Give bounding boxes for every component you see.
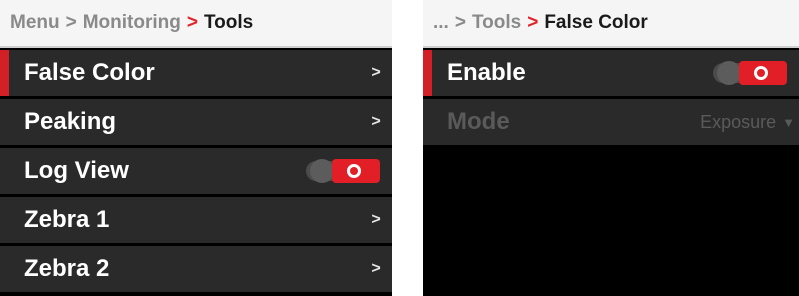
menu-item-label: Zebra 1 — [24, 206, 110, 233]
toggle-knob — [310, 159, 334, 183]
breadcrumb-current: Tools — [203, 12, 254, 33]
toggle-knob — [717, 61, 741, 85]
false-color-screen: ... > Tools > False Color Enable Mode Ex… — [423, 0, 799, 296]
breadcrumb-tools[interactable]: Tools — [472, 12, 521, 34]
breadcrumb-separator-active: > — [186, 12, 198, 33]
enable-toggle[interactable] — [713, 60, 787, 86]
menu-item-label: Mode — [447, 108, 510, 135]
chevron-right-icon: > — [371, 211, 381, 228]
caret-down-icon: ▼ — [782, 114, 795, 130]
chevron-right-icon: > — [371, 260, 381, 277]
menu-item-log-view[interactable]: Log View — [0, 148, 392, 194]
breadcrumb-current: False Color — [544, 12, 648, 33]
breadcrumb-root[interactable]: Menu — [10, 12, 60, 34]
breadcrumb: Menu > Monitoring > Tools — [0, 0, 392, 48]
menu-item-label: False Color — [24, 59, 155, 86]
breadcrumb-separator-active: > — [527, 12, 539, 33]
menu-item-label: Peaking — [24, 108, 117, 135]
toggle-on-indicator — [332, 159, 380, 183]
breadcrumb-monitoring[interactable]: Monitoring — [83, 12, 181, 34]
menu-list: Enable Mode Exposure ▼ — [423, 50, 799, 148]
log-view-toggle[interactable] — [306, 158, 380, 184]
menu-item-label: Zebra 2 — [24, 255, 110, 282]
menu-item-peaking[interactable]: Peaking > — [0, 99, 392, 145]
menu-item-label: Log View — [24, 157, 129, 184]
menu-item-zebra-1[interactable]: Zebra 1 > — [0, 197, 392, 243]
breadcrumb-separator: > — [454, 12, 466, 33]
toggle-on-indicator — [739, 61, 787, 85]
menu-list: False Color > Peaking > Log View Zebra 1… — [0, 50, 392, 295]
menu-item-zebra-2[interactable]: Zebra 2 > — [0, 246, 392, 292]
menu-item-false-color[interactable]: False Color > — [0, 50, 392, 96]
chevron-right-icon: > — [371, 64, 381, 81]
monitoring-tools-screen: Menu > Monitoring > Tools False Color > … — [0, 0, 392, 296]
chevron-right-icon: > — [371, 113, 381, 130]
menu-item-enable[interactable]: Enable — [423, 50, 799, 96]
toggle-on-icon — [347, 164, 361, 178]
breadcrumb-separator: > — [65, 12, 77, 33]
mode-select-value: Exposure — [700, 111, 777, 132]
breadcrumb-root[interactable]: ... — [433, 12, 449, 34]
breadcrumb: ... > Tools > False Color — [423, 0, 799, 48]
toggle-on-icon — [754, 66, 768, 80]
menu-item-mode: Mode Exposure ▼ — [423, 99, 799, 145]
menu-item-label: Enable — [447, 59, 526, 86]
